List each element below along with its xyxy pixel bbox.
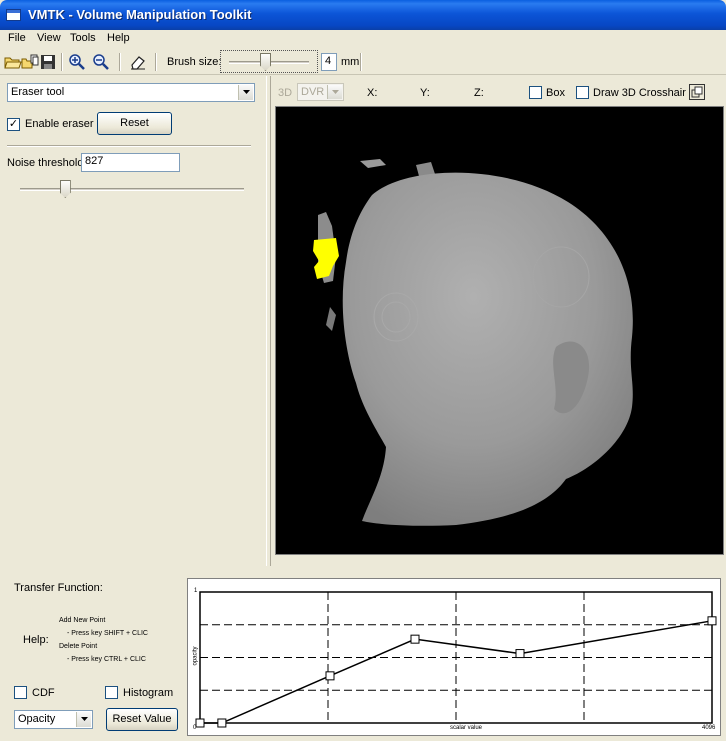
help-delete-point-shortcut: - Press key CTRL + CLIC [67, 656, 146, 663]
mode-3d-label: 3D [278, 87, 293, 99]
x-axis-min-label: 0 [193, 725, 197, 731]
histogram-label: Histogram [123, 687, 174, 699]
save-icon[interactable] [39, 53, 57, 71]
control-point[interactable] [195, 718, 205, 728]
toolbar-separator [155, 53, 157, 71]
noise-threshold-label: Noise threshold [7, 157, 84, 169]
z-coordinate-label: Z: [474, 87, 484, 99]
chevron-down-icon [327, 85, 342, 99]
eraser-icon[interactable] [129, 53, 147, 71]
zoom-out-icon[interactable] [92, 53, 110, 71]
divider [7, 145, 251, 147]
control-point[interactable] [707, 616, 717, 626]
app-icon [6, 9, 21, 21]
x-axis-max-label: 4096 [702, 725, 716, 731]
open-folder-icon[interactable] [4, 53, 22, 71]
menu-view[interactable]: View [37, 32, 61, 44]
head-model [342, 172, 633, 526]
noise-slider-thumb[interactable] [59, 180, 71, 198]
help-label: Help: [23, 634, 49, 646]
menu-bar: File View Tools Help [0, 30, 726, 48]
brush-size-label: Brush size: [167, 56, 222, 68]
y-axis-max-label: 1 [194, 588, 198, 594]
control-point[interactable] [410, 634, 420, 644]
tool-select[interactable]: Eraser tool [7, 83, 255, 102]
erased-region-highlight [313, 238, 339, 279]
box-checkbox[interactable] [529, 86, 542, 99]
toolbar-separator [360, 53, 362, 71]
panel-splitter[interactable] [266, 76, 271, 566]
menu-file[interactable]: File [8, 32, 26, 44]
render-viewport[interactable] [275, 106, 724, 555]
brush-size-input[interactable]: 4 [321, 53, 337, 71]
toolbar-separator [119, 53, 121, 71]
detach-view-icon[interactable] [689, 84, 705, 100]
chevron-down-icon[interactable] [76, 712, 91, 727]
render-mode-value: DVR [301, 86, 325, 98]
noise-fragment [326, 307, 336, 331]
zoom-in-icon[interactable] [68, 53, 86, 71]
chevron-down-icon[interactable] [238, 85, 253, 100]
transfer-function-editor[interactable]: 1 0 4096 scalar value opacity [187, 578, 721, 736]
brush-slider-thumb[interactable] [260, 53, 271, 71]
cdf-label: CDF [32, 687, 55, 699]
reset-value-button[interactable]: Reset Value [106, 708, 178, 731]
transfer-function-plot[interactable] [188, 579, 720, 735]
tool-select-value: Eraser tool [11, 86, 65, 98]
help-add-point-shortcut: - Press key SHIFT + CLIC [67, 630, 148, 637]
reset-button[interactable]: Reset [97, 112, 172, 135]
main-toolbar: Brush size: 4 mm [0, 49, 726, 75]
crosshair-checkbox[interactable] [576, 86, 589, 99]
x-axis-label: scalar value [450, 725, 483, 731]
help-add-point: Add New Point [59, 617, 106, 624]
render-mode-select: DVR [297, 83, 344, 101]
crosshair-label: Draw 3D Crosshair [593, 87, 686, 99]
noise-threshold-input[interactable]: 827 [81, 153, 180, 172]
left-panel: Eraser tool ✓ Enable eraser Reset Noise … [0, 76, 264, 566]
enable-eraser-checkbox[interactable]: ✓ [7, 118, 20, 131]
box-label: Box [546, 87, 565, 99]
menu-tools[interactable]: Tools [70, 32, 96, 44]
control-point[interactable] [515, 649, 525, 659]
x-coordinate-label: X: [367, 87, 378, 99]
toolbar-separator [61, 53, 63, 71]
transfer-function-title: Transfer Function: [14, 582, 103, 594]
noise-speck [360, 159, 386, 168]
brush-unit-label: mm [341, 56, 360, 68]
function-select[interactable]: Opacity [14, 710, 93, 729]
volume-render [313, 159, 633, 526]
open-series-icon[interactable] [21, 53, 39, 71]
cdf-checkbox[interactable] [14, 686, 27, 699]
window-title: VMTK - Volume Manipulation Toolkit [28, 7, 252, 22]
histogram-checkbox[interactable] [105, 686, 118, 699]
enable-eraser-label: Enable eraser [25, 118, 94, 130]
control-point[interactable] [325, 671, 335, 681]
y-coordinate-label: Y: [420, 87, 430, 99]
help-delete-point: Delete Point [59, 643, 98, 650]
title-bar: VMTK - Volume Manipulation Toolkit [0, 0, 726, 30]
control-point[interactable] [217, 718, 227, 728]
menu-help[interactable]: Help [107, 32, 130, 44]
noise-slider-track [20, 188, 244, 191]
brush-size-slider[interactable] [220, 50, 318, 73]
y-axis-label: opacity [192, 646, 199, 666]
function-select-value: Opacity [18, 713, 56, 725]
